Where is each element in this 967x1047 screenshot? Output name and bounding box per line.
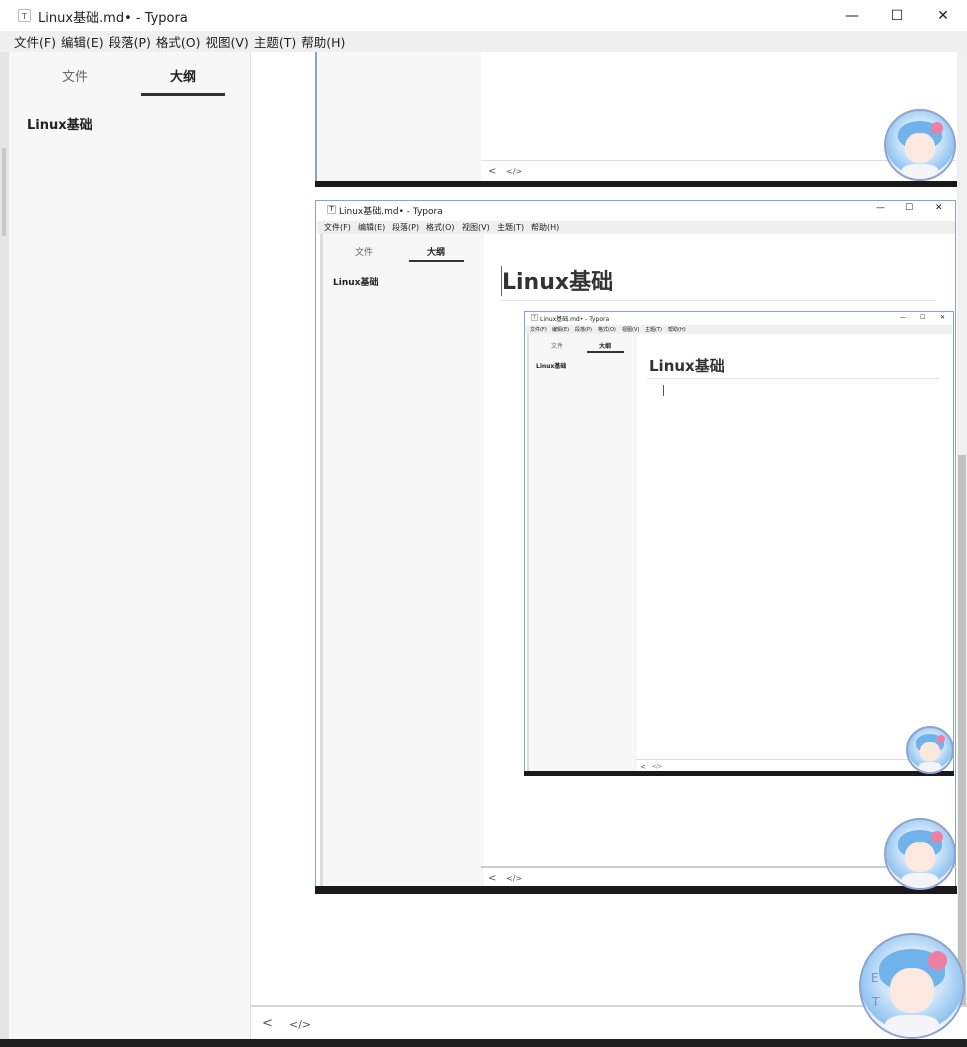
embedded-inner-taskbar bbox=[524, 771, 954, 776]
menu-file[interactable]: 文件(F) bbox=[14, 32, 56, 51]
avatar-image bbox=[884, 818, 956, 890]
embedded-inner-app-icon: T bbox=[531, 314, 538, 321]
embedded-taskbar bbox=[315, 886, 957, 894]
window-title: Linux基础.md• - Typora bbox=[38, 11, 188, 26]
menu-format[interactable]: 格式(O) bbox=[156, 32, 201, 51]
back-icon[interactable]: < bbox=[262, 1016, 273, 1031]
embedded-inner-tab-indicator bbox=[587, 351, 624, 353]
embedded-status-line bbox=[481, 866, 956, 868]
embedded-inner-menu-help: 帮助(H) bbox=[668, 327, 686, 333]
embedded-screenshot-top-status-line bbox=[481, 160, 956, 161]
embedded-inner-heading-rule bbox=[647, 378, 939, 379]
embedded-inner-window-title: Linux基础.md• - Typora bbox=[540, 316, 610, 323]
embedded-inner-heading: Linux基础 bbox=[649, 357, 725, 375]
embedded-inner-outline-item: Linux基础 bbox=[536, 363, 567, 370]
active-tab-indicator bbox=[141, 93, 225, 96]
embedded-inner-menu-edit: 编辑(E) bbox=[552, 327, 570, 333]
embedded-window-title: Linux基础.md• - Typora bbox=[339, 207, 443, 217]
embedded-inner-menu-theme: 主题(T) bbox=[645, 327, 662, 333]
typora-app-icon: T bbox=[18, 9, 31, 22]
embedded-inner-menu-format: 格式(O) bbox=[598, 327, 616, 333]
embedded-menu-paragraph: 段落(P) bbox=[392, 223, 420, 232]
embedded-tab-files: 文件 bbox=[355, 248, 374, 258]
embedded-inner-menu-paragraph: 段落(P) bbox=[575, 327, 592, 333]
minimize-button[interactable]: — bbox=[829, 0, 875, 31]
outline-item-linux-basics[interactable]: Linux基础 bbox=[27, 114, 93, 133]
embedded-inner-tab-files: 文件 bbox=[551, 343, 564, 350]
embedded-inner-tab-outline: 大纲 bbox=[599, 343, 612, 350]
embedded-menu-help: 帮助(H) bbox=[531, 223, 560, 232]
embedded-inner-source-icon: </> bbox=[652, 764, 663, 770]
embedded-menu-edit: 编辑(E) bbox=[358, 223, 386, 232]
embedded-inner-close-icon: ✕ bbox=[940, 314, 946, 321]
embedded-inner-maximize-icon: ☐ bbox=[920, 314, 926, 321]
embedded-back-icon: < bbox=[488, 166, 497, 177]
menu-view[interactable]: 视图(V) bbox=[206, 32, 249, 51]
menu-edit[interactable]: 编辑(E) bbox=[61, 32, 104, 51]
avatar-image bbox=[906, 726, 954, 774]
embedded-menu-theme: 主题(T) bbox=[497, 223, 525, 232]
embedded-heading: Linux基础 bbox=[502, 270, 614, 295]
embedded-heading-rule bbox=[500, 300, 936, 301]
embedded-inner-minimize-icon: — bbox=[900, 314, 906, 321]
embedded-inner-sidebar bbox=[527, 334, 637, 771]
menu-paragraph[interactable]: 段落(P) bbox=[109, 32, 151, 51]
avatar-image: E T bbox=[859, 933, 965, 1039]
vertical-scroll-thumb[interactable] bbox=[958, 455, 966, 1007]
embedded-inner-status-line bbox=[636, 759, 952, 760]
embedded-tab-indicator bbox=[409, 260, 464, 262]
sidebar bbox=[9, 52, 251, 1039]
embedded-screenshot-top-sidebar bbox=[317, 52, 481, 183]
embedded-app-icon: T bbox=[327, 205, 336, 214]
avatar-image bbox=[884, 109, 956, 181]
menu-theme[interactable]: 主题(T) bbox=[254, 32, 296, 51]
embedded-tab-outline: 大纲 bbox=[427, 248, 446, 258]
embedded-sidebar bbox=[320, 234, 484, 886]
embedded-outline-item: Linux基础 bbox=[333, 278, 379, 288]
tab-outline[interactable]: 大纲 bbox=[141, 66, 225, 85]
embedded-close-icon: ✕ bbox=[935, 203, 943, 213]
tab-files[interactable]: 文件 bbox=[33, 66, 117, 85]
avatar-letter-t: T bbox=[872, 995, 880, 1009]
embedded-menu-format: 格式(O) bbox=[426, 223, 455, 232]
menu-help[interactable]: 帮助(H) bbox=[301, 32, 345, 51]
embedded-source-icon: </> bbox=[506, 874, 523, 883]
embedded-inner-back-icon: < bbox=[640, 763, 646, 771]
embedded-inner-menu-view: 视图(V) bbox=[622, 327, 640, 333]
left-edge-scroll-thumb[interactable] bbox=[2, 148, 6, 236]
taskbar bbox=[0, 1039, 967, 1047]
embedded-screenshot-top-taskbar bbox=[315, 181, 957, 187]
embedded-inner-menu-file: 文件(F) bbox=[530, 327, 547, 333]
embedded-minimize-icon: — bbox=[876, 203, 885, 213]
embedded-menu-view: 视图(V) bbox=[462, 223, 490, 232]
maximize-button[interactable]: ☐ bbox=[874, 0, 920, 31]
embedded-back-icon: < bbox=[488, 873, 497, 884]
embedded-source-icon: </> bbox=[506, 167, 523, 176]
menu-bar: 文件(F) 编辑(E) 段落(P) 格式(O) 视图(V) 主题(T) 帮助(H… bbox=[0, 31, 967, 52]
avatar-letter-e: E bbox=[871, 971, 879, 985]
close-button[interactable]: ✕ bbox=[920, 0, 966, 31]
source-code-toggle-icon[interactable]: </> bbox=[289, 1018, 311, 1031]
status-bar-divider bbox=[251, 1005, 967, 1007]
embedded-maximize-icon: ☐ bbox=[905, 203, 914, 213]
embedded-inner-text-cursor bbox=[663, 385, 664, 396]
embedded-menu-file: 文件(F) bbox=[324, 223, 351, 232]
